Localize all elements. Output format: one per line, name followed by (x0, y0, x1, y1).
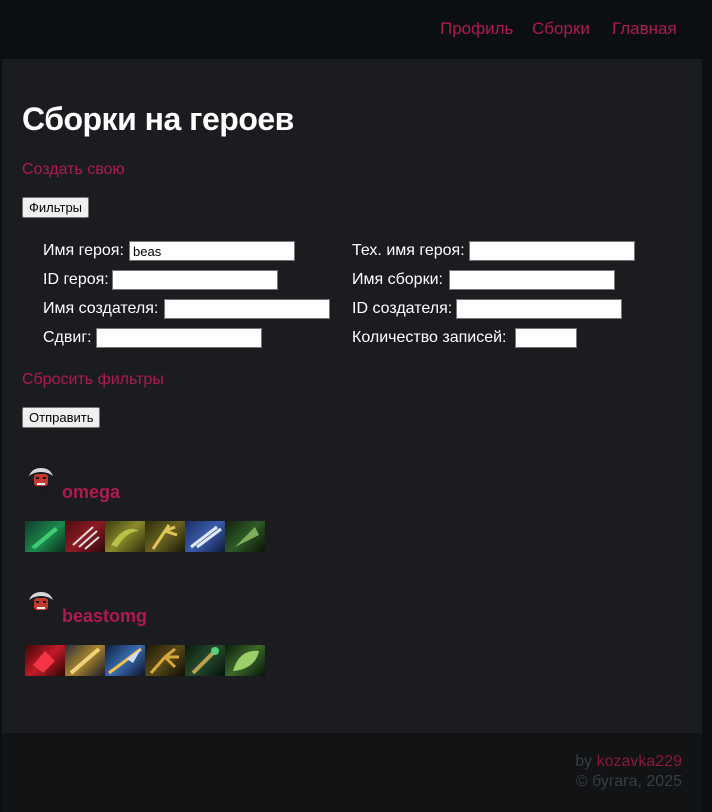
item-green-horn-icon[interactable] (105, 521, 145, 552)
creator-name-label: Имя создателя: (43, 300, 159, 317)
page-frame: Профиль Сборки Главная Сборки на героев … (2, 0, 702, 812)
footer-copyright: © бугага, 2025 (575, 773, 682, 790)
item-blue-lance-icon[interactable] (105, 645, 145, 676)
item-blue-sword-icon[interactable] (185, 521, 225, 552)
author-link[interactable]: kozavka229 (597, 753, 682, 770)
footer-credit: by kozavka229 (575, 753, 682, 771)
submit-button[interactable]: Отправить (22, 407, 101, 428)
creator-id-label: ID создателя: (352, 300, 453, 317)
item-green-leaf-icon[interactable] (225, 645, 265, 676)
item-green-blade-icon[interactable] (25, 521, 65, 552)
hero-name-input[interactable] (129, 241, 295, 261)
footer: by kozavka229 © бугага, 2025 (2, 733, 702, 812)
hero-id-input[interactable] (112, 270, 278, 290)
build-name-input[interactable] (449, 270, 615, 290)
hero-tech-name-label: Тех. имя героя: (352, 242, 465, 259)
beastmaster-portrait-icon (29, 592, 53, 619)
footer-by-prefix: by (575, 753, 597, 770)
item-golden-staff-icon[interactable] (65, 645, 105, 676)
build-name-label: Имя сборки: (352, 271, 443, 288)
item-red-claws-icon[interactable] (65, 521, 105, 552)
item-golden-claw-icon[interactable] (145, 645, 185, 676)
nav-home-link[interactable]: Главная (612, 19, 677, 39)
creator-id-input[interactable] (456, 299, 622, 319)
limit-label: Количество записей: (352, 329, 507, 346)
nav-profile-link[interactable]: Профиль (440, 19, 513, 39)
page-title: Сборки на героев (22, 101, 294, 137)
reset-filters-link[interactable]: Сбросить фильтры (22, 371, 164, 389)
offset-label: Сдвиг: (43, 329, 92, 346)
item-red-crystal-icon[interactable] (25, 645, 65, 676)
hero-name-label: Имя героя: (43, 242, 124, 259)
build-title-link[interactable]: omega (62, 482, 120, 503)
nav-builds-link[interactable]: Сборки (532, 19, 590, 39)
build-items (25, 521, 265, 552)
offset-input[interactable] (96, 328, 262, 348)
hero-tech-name-input[interactable] (469, 241, 635, 261)
limit-input[interactable] (515, 328, 577, 348)
item-green-scepter-icon[interactable] (185, 645, 225, 676)
top-nav: Профиль Сборки Главная (2, 0, 702, 59)
create-build-link[interactable]: Создать свою (22, 161, 124, 179)
creator-name-input[interactable] (164, 299, 330, 319)
hero-id-label: ID героя: (43, 271, 109, 288)
item-golden-claw-icon[interactable] (145, 521, 185, 552)
beastmaster-portrait-icon (29, 468, 53, 495)
filters-toggle-button[interactable]: Фильтры (22, 197, 90, 218)
item-green-axe-icon[interactable] (225, 521, 265, 552)
build-title-link[interactable]: beastomg (62, 606, 147, 627)
build-items (25, 645, 265, 676)
